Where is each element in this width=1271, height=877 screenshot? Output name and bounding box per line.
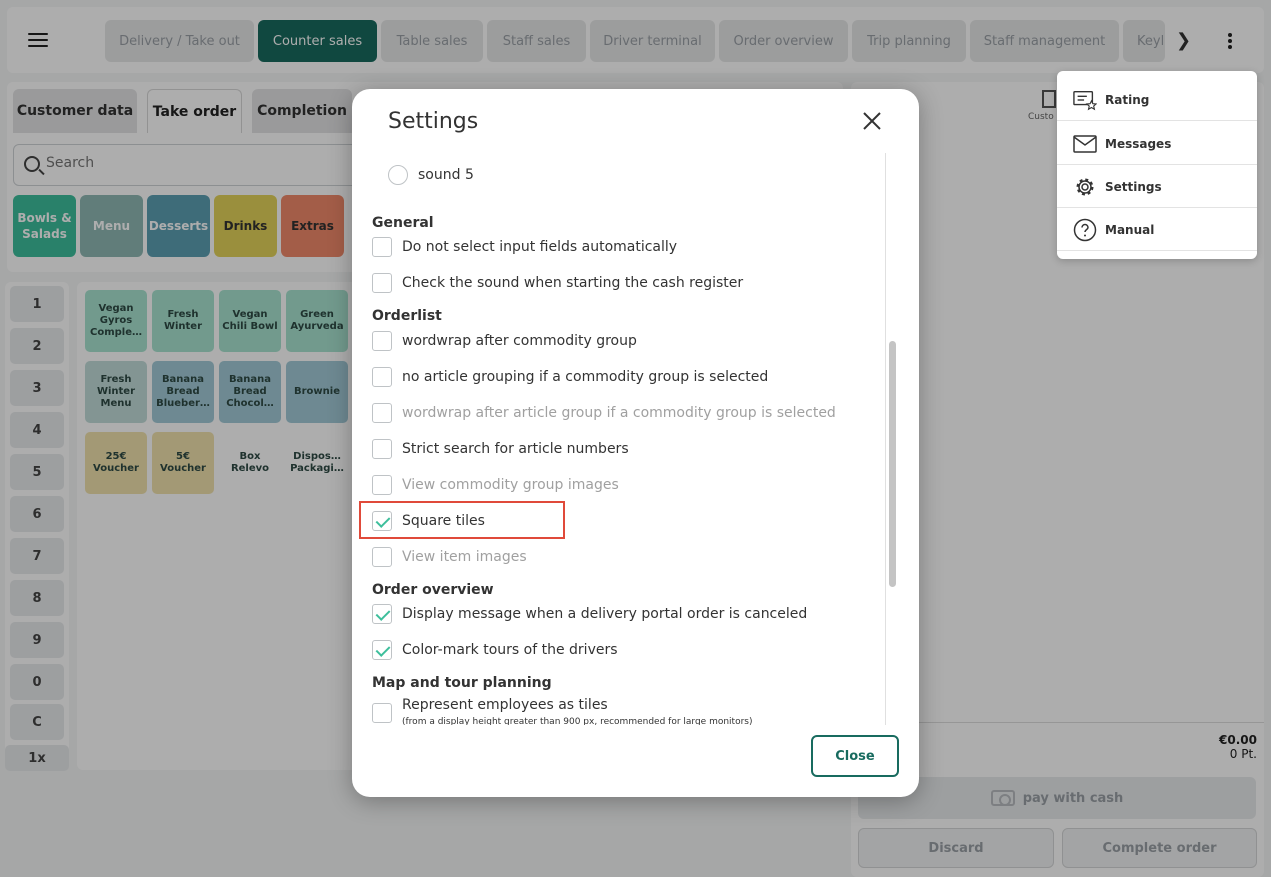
option-wordwrap-article: wordwrap after article group if a commod… <box>372 403 836 423</box>
menu-item-messages[interactable]: Messages <box>1057 123 1257 165</box>
option-label: Represent employees as tiles <box>402 697 608 713</box>
checkbox <box>372 547 392 567</box>
scrollbar-thumb[interactable] <box>889 341 896 587</box>
option-label: Display message when a delivery portal o… <box>402 606 808 622</box>
option-label: no article grouping if a commodity group… <box>402 369 769 385</box>
checkbox[interactable] <box>372 331 392 351</box>
rating-icon <box>1073 88 1097 112</box>
settings-scroll-area[interactable]: sound 5 General Do not select input fiel… <box>352 153 899 725</box>
checkbox[interactable] <box>372 367 392 387</box>
option-no-article-grouping[interactable]: no article grouping if a commodity group… <box>372 367 768 387</box>
menu-item-rating[interactable]: Rating <box>1057 79 1257 121</box>
close-icon[interactable] <box>860 109 884 133</box>
envelope-icon <box>1073 132 1097 156</box>
option-no-auto-select[interactable]: Do not select input fields automatically <box>372 237 677 257</box>
radio-sound-5[interactable]: sound 5 <box>388 165 474 185</box>
pos-app: Delivery / Take out Counter sales Table … <box>0 0 1271 877</box>
highlight-box <box>359 501 565 539</box>
section-orderlist: Orderlist <box>372 308 442 324</box>
gear-icon <box>1073 175 1097 199</box>
option-check-sound[interactable]: Check the sound when starting the cash r… <box>372 273 743 293</box>
option-color-mark-tours[interactable]: Color-mark tours of the drivers <box>372 640 618 660</box>
option-label: wordwrap after commodity group <box>402 333 637 349</box>
option-label: View commodity group images <box>402 477 619 493</box>
checkbox[interactable] <box>372 703 392 723</box>
section-map-tour-planning: Map and tour planning <box>372 675 552 691</box>
option-label: Do not select input fields automatically <box>402 239 678 255</box>
question-icon <box>1073 218 1097 242</box>
menu-item-label: Rating <box>1105 92 1150 107</box>
close-button[interactable]: Close <box>811 735 899 777</box>
menu-item-label: Messages <box>1105 136 1172 151</box>
settings-dialog: Settings sound 5 General Do not select i… <box>352 89 919 797</box>
checkbox-checked[interactable] <box>372 640 392 660</box>
option-label: View item images <box>402 549 527 565</box>
menu-item-label: Settings <box>1105 179 1162 194</box>
radio-button[interactable] <box>388 165 408 185</box>
option-view-commodity-images: View commodity group images <box>372 475 619 495</box>
option-label: wordwrap after article group if a commod… <box>402 405 836 421</box>
checkbox-checked[interactable] <box>372 604 392 624</box>
section-general: General <box>372 215 434 231</box>
option-view-item-images: View item images <box>372 547 527 567</box>
checkbox[interactable] <box>372 273 392 293</box>
options-menu: Rating Messages Settings Manual <box>1057 71 1257 259</box>
menu-item-label: Manual <box>1105 222 1155 237</box>
section-order-overview: Order overview <box>372 582 494 598</box>
option-label: Strict search for article numbers <box>402 441 629 457</box>
option-employees-tiles[interactable]: Represent employees as tiles <box>372 695 608 723</box>
option-wordwrap-commodity[interactable]: wordwrap after commodity group <box>372 331 637 351</box>
dialog-title: Settings <box>388 109 479 134</box>
checkbox[interactable] <box>372 237 392 257</box>
option-display-canceled[interactable]: Display message when a delivery portal o… <box>372 604 807 624</box>
checkbox <box>372 475 392 495</box>
option-label: Check the sound when starting the cash r… <box>402 275 744 291</box>
checkbox[interactable] <box>372 439 392 459</box>
option-label: sound 5 <box>418 167 474 183</box>
menu-item-manual[interactable]: Manual <box>1057 209 1257 251</box>
option-label: Color-mark tours of the drivers <box>402 642 618 658</box>
checkbox <box>372 403 392 423</box>
option-strict-search[interactable]: Strict search for article numbers <box>372 439 629 459</box>
option-note: (from a display height greater than 900 … <box>402 717 753 725</box>
menu-item-settings[interactable]: Settings <box>1057 166 1257 208</box>
